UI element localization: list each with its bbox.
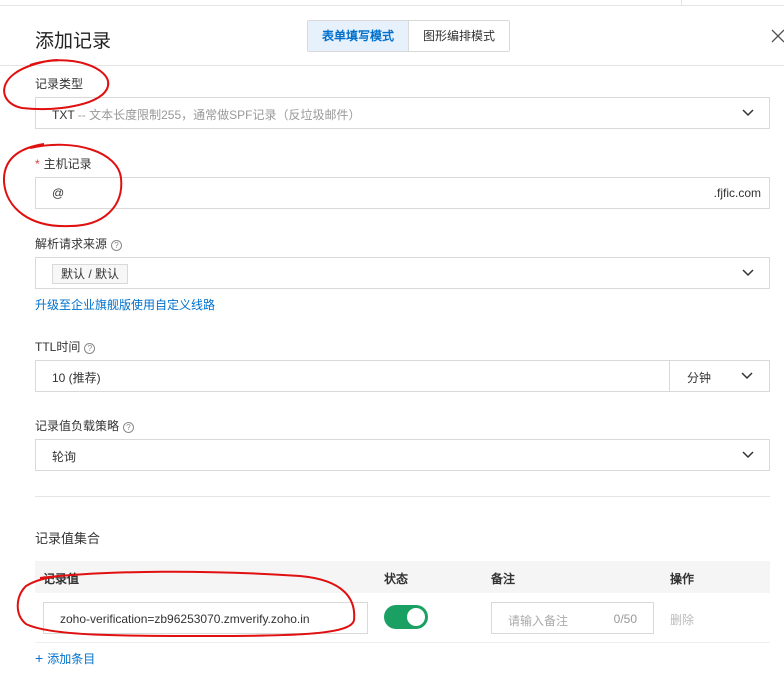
host-record-input[interactable]: @ .fjfic.com (35, 177, 770, 209)
line-select[interactable]: 默认 / 默认 (35, 257, 770, 289)
note-count: 0/50 (613, 612, 637, 626)
mode-switch: 表单填写模式 图形编排模式 (307, 20, 511, 52)
strategy-label: 记录值负载策略? (35, 417, 135, 434)
required-mark: * (35, 157, 40, 171)
record-type-select[interactable]: TXT -- 文本长度限制255，通常做SPF记录（反垃圾邮件） (35, 97, 770, 129)
help-icon[interactable]: ? (84, 343, 96, 354)
domain-suffix: .fjfic.com (713, 186, 761, 200)
records-table-header: 记录值 状态 备注 操作 (35, 561, 770, 593)
chevron-down-icon (742, 269, 754, 277)
dialog-title: 添加记录 (35, 31, 112, 52)
ttl-label: TTL时间? (35, 338, 96, 355)
ttl-unit-value: 分钟 (687, 371, 712, 385)
ttl-value: 10 (推荐) (52, 371, 101, 385)
header-action: 操作 (670, 572, 695, 586)
strategy-value: 轮询 (52, 450, 77, 464)
delete-button[interactable]: 删除 (670, 611, 694, 628)
upgrade-link[interactable]: 升级至企业旗舰版使用自定义线路 (35, 296, 215, 313)
record-value-input[interactable]: zoho-verification=zb96253070.zmverify.zo… (43, 602, 368, 634)
tab-graphic-mode[interactable]: 图形编排模式 (409, 21, 510, 51)
line-tag: 默认 / 默认 (52, 264, 129, 284)
close-icon[interactable] (770, 28, 784, 44)
strategy-select[interactable]: 轮询 (35, 439, 770, 471)
chevron-down-icon (742, 109, 754, 117)
table-row: zoho-verification=zb96253070.zmverify.zo… (35, 593, 770, 643)
header-status: 状态 (384, 572, 409, 586)
record-type-label: 记录类型 (35, 77, 84, 91)
line-label: 解析请求来源? (35, 235, 123, 252)
add-item-button[interactable]: + 添加条目 (35, 650, 95, 667)
chevron-down-icon (741, 372, 753, 380)
plus-icon: + (35, 650, 44, 666)
note-placeholder: 请输入备注 (508, 614, 569, 628)
header-value: 记录值 (43, 572, 80, 586)
host-record-label: * 主机记录 (35, 157, 92, 171)
ttl-input[interactable]: 10 (推荐) (35, 360, 670, 392)
header-note: 备注 (491, 572, 516, 586)
note-input[interactable]: 请输入备注 0/50 (491, 602, 654, 634)
status-toggle[interactable] (384, 605, 428, 629)
record-type-hint: -- 文本长度限制255，通常做SPF记录（反垃圾邮件） (74, 108, 361, 122)
chevron-down-icon (742, 451, 754, 459)
toggle-knob (407, 608, 425, 626)
tab-form-mode[interactable]: 表单填写模式 (308, 21, 410, 51)
record-type-value: TXT (52, 108, 75, 122)
divider (35, 496, 770, 497)
dialog-header: 添加记录 表单填写模式 图形编排模式 (0, 6, 784, 66)
help-icon[interactable]: ? (123, 422, 135, 433)
ttl-unit-select[interactable]: 分钟 (669, 360, 770, 392)
records-title: 记录值集合 (35, 531, 101, 546)
host-record-value: @ (52, 186, 65, 200)
help-icon[interactable]: ? (111, 240, 123, 251)
record-value: zoho-verification=zb96253070.zmverify.zo… (60, 612, 310, 626)
